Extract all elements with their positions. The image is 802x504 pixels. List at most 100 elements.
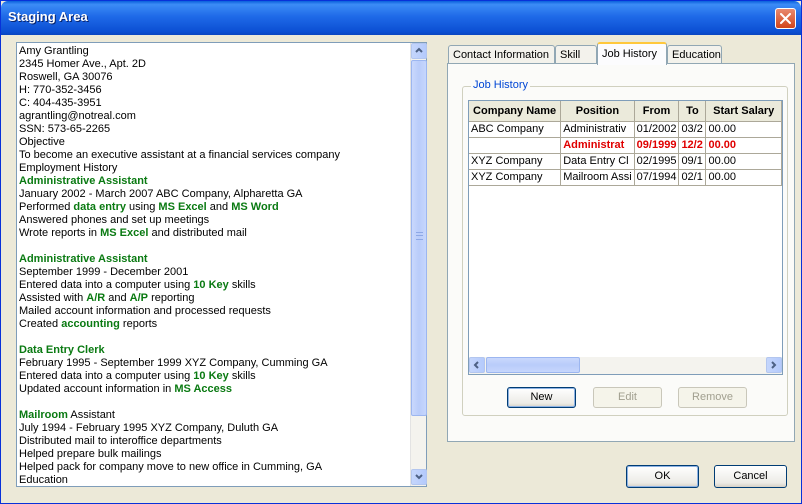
resume-line: Created accounting reports xyxy=(19,318,410,331)
resume-keyword: MS Excel xyxy=(158,201,207,213)
resume-text-segment: Objective xyxy=(19,136,65,148)
cell-to[interactable]: 09/1 xyxy=(678,153,707,170)
resume-text-segment: using xyxy=(126,201,159,213)
horizontal-scroll-thumb[interactable] xyxy=(486,357,580,373)
resume-line: Employment History xyxy=(19,162,410,175)
cell-company[interactable]: XYZ Company xyxy=(469,169,562,186)
close-icon xyxy=(780,13,791,24)
resume-keyword: MS Word xyxy=(231,201,279,213)
title-bar[interactable]: Staging Area xyxy=(1,1,801,35)
resume-text-segment: Amy Grantling xyxy=(19,45,89,57)
cell-position[interactable]: Administrat xyxy=(560,137,635,154)
resume-line: September 1999 - December 2001 xyxy=(19,266,410,279)
table-row[interactable]: ABC Company Administrativ 01/2002 03/2 00.00 xyxy=(469,121,782,138)
resume-text-segment: February 1995 - September 1999 XYZ Compa… xyxy=(19,357,328,369)
cell-company[interactable] xyxy=(469,137,562,154)
resume-text-segment: agrantling@notreal.com xyxy=(19,110,136,122)
tab-contact-information[interactable]: Contact Information xyxy=(448,45,555,64)
resume-line: Administrative Assistant xyxy=(19,253,410,266)
resume-text-segment: SSN: 573-65-2265 xyxy=(19,123,111,135)
resume-vertical-scrollbar[interactable] xyxy=(410,43,427,486)
resume-text-segment: and distributed mail xyxy=(148,227,247,239)
resume-text-segment: 2345 Homer Ave., Apt. 2D xyxy=(19,58,146,70)
resume-line: Assisted with A/R and A/P reporting xyxy=(19,292,410,305)
resume-line: Amy Grantling xyxy=(19,45,410,58)
job-history-table[interactable]: Company Name Position From To Start Sala… xyxy=(468,100,783,375)
resume-text-segment: September 1999 - December 2001 xyxy=(19,266,189,278)
resume-line: January 2002 - March 2007 ABC Company, A… xyxy=(19,188,410,201)
column-header-from[interactable]: From xyxy=(634,101,680,122)
cell-position[interactable]: Administrativ xyxy=(560,121,635,138)
resume-keyword: A/R xyxy=(86,292,106,304)
table-row[interactable]: XYZ Company Data Entry Cl 02/1995 09/1 00.00 xyxy=(469,153,782,170)
cell-from[interactable]: 07/1994 xyxy=(634,169,680,186)
resume-line: Helped prepare bulk mailings xyxy=(19,448,410,461)
table-row[interactable]: XYZ Company Mailroom Assi 07/1994 02/1 00.00 xyxy=(469,169,782,186)
ok-button[interactable]: OK xyxy=(626,465,699,488)
resume-text-segment: Performed xyxy=(19,201,74,213)
cell-company[interactable]: ABC Company xyxy=(469,121,562,138)
resume-text-segment: reporting xyxy=(148,292,195,304)
cell-start-salary[interactable]: 00.00 xyxy=(705,121,782,138)
grip-icon xyxy=(416,232,423,240)
resume-keyword: 10 Key xyxy=(193,279,229,291)
resume-text-area[interactable]: Amy Grantling 2345 Homer Ave., Apt. 2D Ros… xyxy=(16,42,427,487)
resume-line: Updated account information in MS Access xyxy=(19,383,410,396)
cell-to[interactable]: 12/2 xyxy=(678,137,707,154)
scroll-down-button[interactable] xyxy=(411,469,427,485)
remove-button[interactable]: Remove xyxy=(678,387,747,408)
table-row[interactable]: Administrat 09/1999 12/2 00.00 xyxy=(469,137,782,154)
close-button[interactable] xyxy=(775,8,796,29)
window-title: Staging Area xyxy=(8,9,88,24)
chevron-up-icon xyxy=(415,47,423,53)
column-header-start-salary[interactable]: Start Salary xyxy=(705,101,782,122)
scroll-right-button[interactable] xyxy=(766,357,782,373)
resume-line: Helped pack for company move to new offi… xyxy=(19,461,410,474)
table-horizontal-scrollbar[interactable] xyxy=(469,357,782,374)
cell-from[interactable]: 09/1999 xyxy=(634,137,680,154)
scroll-up-button[interactable] xyxy=(411,43,427,59)
resume-line xyxy=(19,331,410,344)
cell-start-salary[interactable]: 00.00 xyxy=(705,169,782,186)
resume-text-segment: Created xyxy=(19,318,62,330)
resume-keyword: Administrative Assistant xyxy=(19,175,148,187)
tab-skill[interactable]: Skill xyxy=(555,45,597,64)
scroll-left-button[interactable] xyxy=(469,357,485,373)
tab-job-history[interactable]: Job History xyxy=(597,42,667,65)
resume-content[interactable]: Amy Grantling 2345 Homer Ave., Apt. 2D Ros… xyxy=(17,43,410,486)
resume-text-segment: Wrote reports in xyxy=(19,227,101,239)
resume-line: 2345 Homer Ave., Apt. 2D xyxy=(19,58,410,71)
resume-line: Performed data entry using MS Excel and … xyxy=(19,201,410,214)
column-header-company[interactable]: Company Name xyxy=(469,101,562,122)
cell-start-salary[interactable]: 00.00 xyxy=(705,137,782,154)
scroll-thumb[interactable] xyxy=(411,60,427,416)
resume-line: Wrote reports in MS Excel and distribute… xyxy=(19,227,410,240)
resume-line: Mailroom Assistant xyxy=(19,409,410,422)
resume-keyword: data entry xyxy=(73,201,126,213)
cancel-button[interactable]: Cancel xyxy=(714,465,787,488)
resume-text-segment: and xyxy=(105,292,130,304)
resume-text-segment: reports xyxy=(119,318,158,330)
cell-from[interactable]: 02/1995 xyxy=(634,153,680,170)
resume-text-segment: Assisted with xyxy=(19,292,87,304)
resume-line: agrantling@notreal.com xyxy=(19,110,410,123)
column-header-position[interactable]: Position xyxy=(560,101,635,122)
resume-keyword: Data Entry Clerk xyxy=(19,344,105,356)
tab-education[interactable]: Education xyxy=(667,45,722,64)
cell-position[interactable]: Data Entry Cl xyxy=(560,153,635,170)
group-title: Job History xyxy=(471,79,531,91)
resume-line: Education xyxy=(19,474,410,486)
cell-start-salary[interactable]: 00.00 xyxy=(705,153,782,170)
cell-company[interactable]: XYZ Company xyxy=(469,153,562,170)
edit-button[interactable]: Edit xyxy=(593,387,662,408)
cell-to[interactable]: 03/2 xyxy=(678,121,707,138)
new-button[interactable]: New xyxy=(507,387,576,408)
resume-text-segment: Assistant xyxy=(67,409,115,421)
cell-position[interactable]: Mailroom Assi xyxy=(560,169,635,186)
cell-to[interactable]: 02/1 xyxy=(678,169,707,186)
cell-from[interactable]: 01/2002 xyxy=(634,121,680,138)
resume-line: SSN: 573-65-2265 xyxy=(19,123,410,136)
resume-keyword: Mailroom xyxy=(19,409,68,421)
column-header-to[interactable]: To xyxy=(678,101,707,122)
resume-line: Entered data into a computer using 10 Ke… xyxy=(19,279,410,292)
